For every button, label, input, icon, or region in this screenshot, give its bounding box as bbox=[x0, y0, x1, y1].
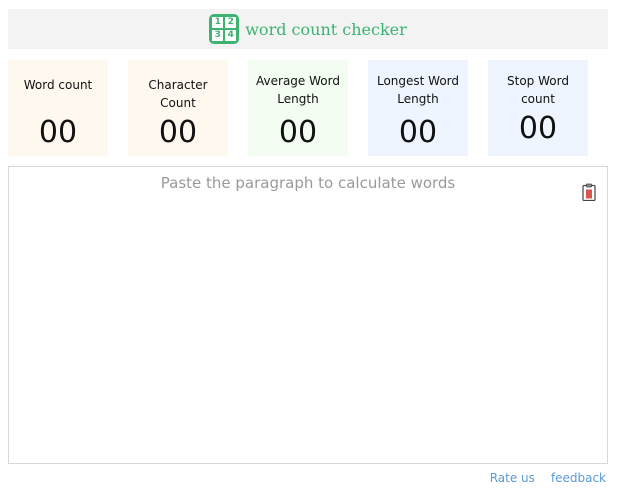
paragraph-editor bbox=[8, 166, 608, 464]
app-header: 1 2 3 4 word count checker bbox=[8, 9, 608, 49]
stat-value: 00 bbox=[518, 111, 558, 146]
stat-label: Longest Word Length bbox=[376, 74, 460, 106]
stat-word-count: Word count 00 bbox=[8, 60, 108, 156]
logo-digit: 4 bbox=[225, 30, 237, 41]
clipboard-icon[interactable] bbox=[582, 183, 596, 201]
stat-value: 00 bbox=[398, 115, 438, 150]
feedback-link[interactable]: feedback bbox=[551, 471, 606, 485]
stat-label: Stop Word count bbox=[507, 74, 569, 106]
stat-value: 00 bbox=[38, 115, 78, 150]
stat-stop-word-count: Stop Word count 00 bbox=[488, 60, 588, 156]
stat-longest-word-length: Longest Word Length 00 bbox=[368, 60, 468, 156]
logo-digit: 2 bbox=[225, 17, 237, 28]
stat-average-word-length: Average Word Length 00 bbox=[248, 60, 348, 156]
rate-us-link[interactable]: Rate us bbox=[490, 471, 535, 485]
app-logo-icon: 1 2 3 4 bbox=[209, 14, 240, 44]
stat-label: Average Word Length bbox=[256, 74, 340, 106]
stat-value: 00 bbox=[278, 115, 318, 150]
footer-links: Rate us feedback bbox=[490, 471, 606, 485]
stat-character-count: Character Count 00 bbox=[128, 60, 228, 156]
stat-label: Character Count bbox=[148, 78, 208, 110]
stat-label: Word count bbox=[23, 78, 93, 92]
paragraph-input[interactable] bbox=[9, 167, 607, 463]
app-title: word count checker bbox=[245, 19, 407, 39]
stat-value: 00 bbox=[158, 115, 198, 150]
logo-digit: 3 bbox=[212, 30, 224, 41]
logo-digit: 1 bbox=[212, 17, 224, 28]
